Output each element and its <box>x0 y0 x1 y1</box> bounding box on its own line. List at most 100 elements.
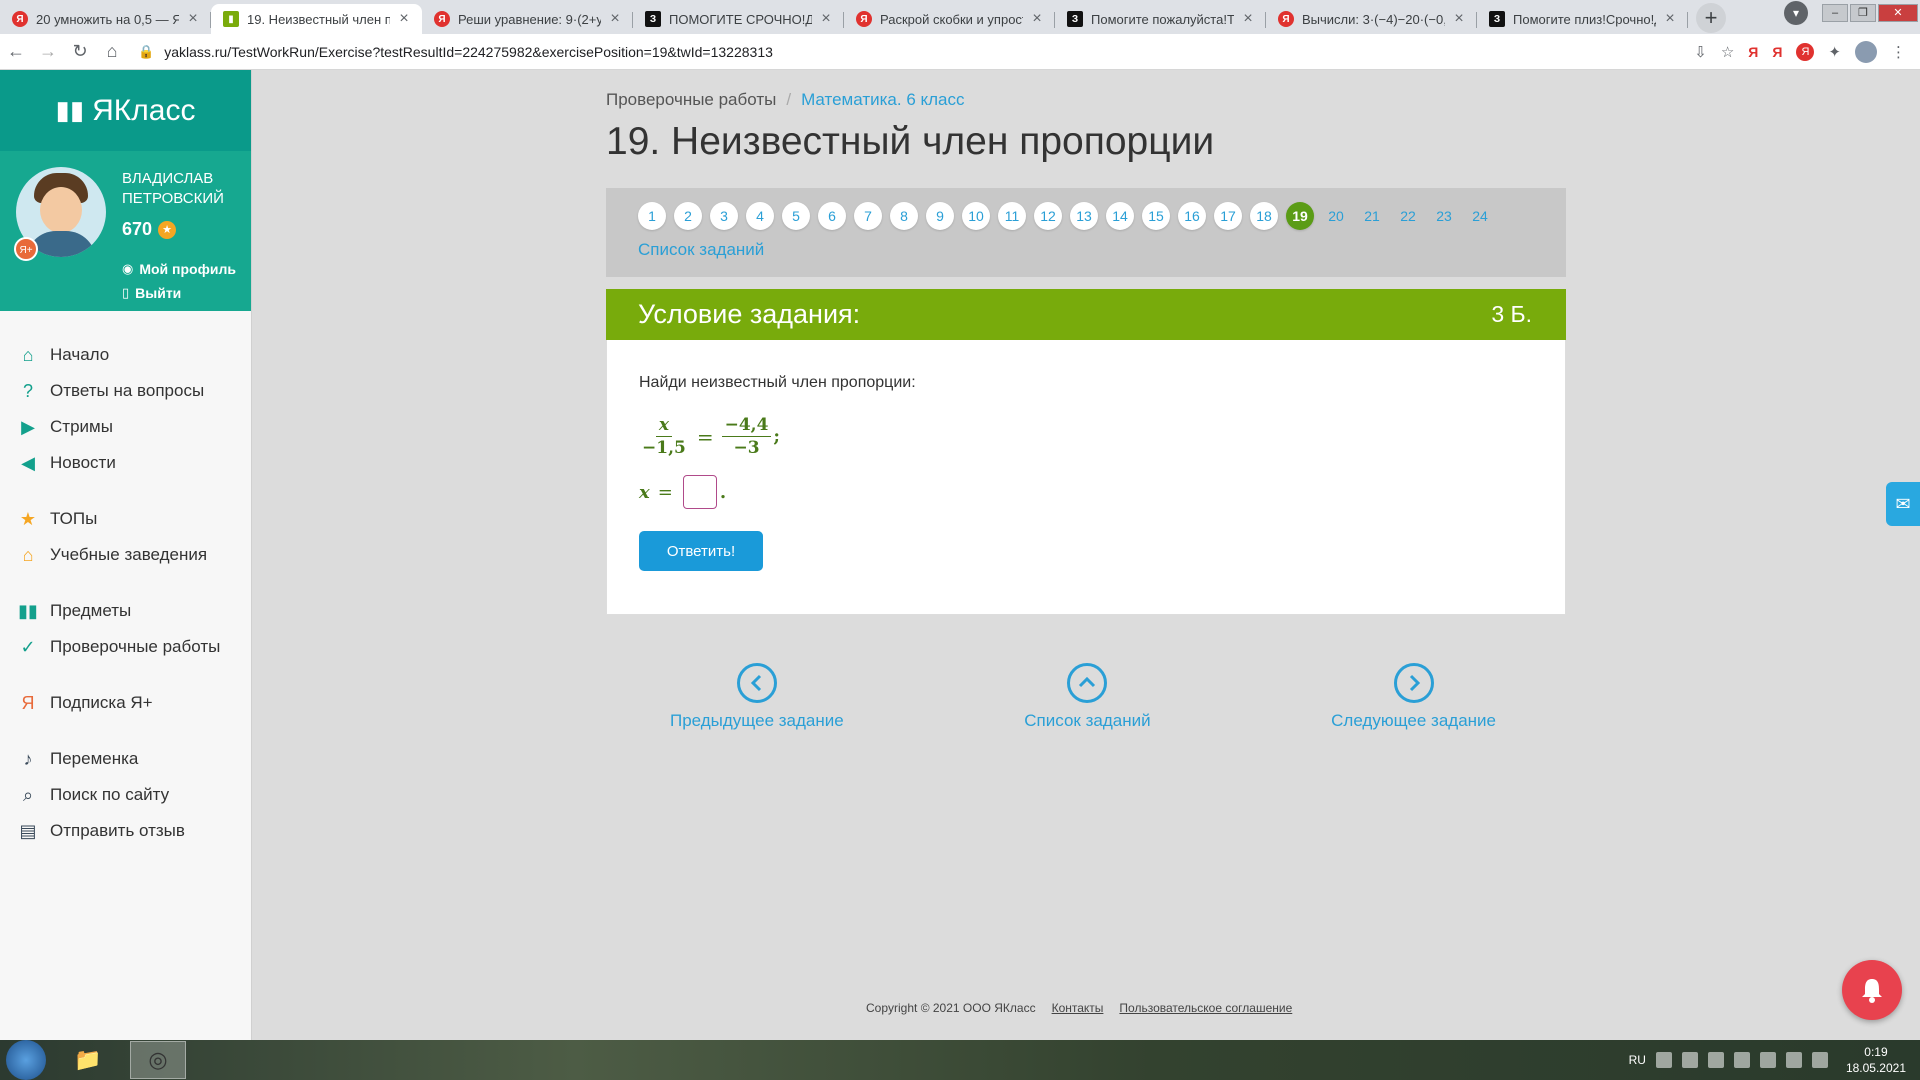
yandex-extension-icon[interactable]: Я <box>1748 44 1758 60</box>
browser-tab[interactable]: З ПОМОГИТЕ СРОЧНО!Дам × <box>633 4 844 34</box>
previous-task-label[interactable]: Предыдущее задание <box>670 711 844 731</box>
sidebar-item[interactable]: Я Подписка Я+ <box>0 685 251 721</box>
sidebar-item[interactable]: ✓ Проверочные работы <box>0 629 251 665</box>
exercise-number[interactable]: 7 <box>854 202 882 230</box>
task-list-pager-link[interactable]: Список заданий <box>1024 663 1151 731</box>
contacts-link[interactable]: Контакты <box>1052 1001 1104 1015</box>
sidebar-item[interactable]: ▮▮ Предметы <box>0 593 251 629</box>
yandex-extension-icon[interactable]: Я <box>1772 44 1782 60</box>
sidebar-item[interactable]: ⌕ Поиск по сайту <box>0 777 251 813</box>
exercise-number[interactable]: 11 <box>998 202 1026 230</box>
tab-title[interactable]: Вычисли: 3·(−4)−20·(−0,5) <box>1302 12 1445 27</box>
exercise-number[interactable]: 9 <box>926 202 954 230</box>
tray-icon[interactable] <box>1733 1052 1750 1068</box>
tab-title[interactable]: Раскрой скобки и упрости <box>880 12 1023 27</box>
close-tab-icon[interactable]: × <box>1029 10 1045 28</box>
start-button[interactable] <box>6 1040 46 1080</box>
browser-tab[interactable]: З Помогите пожалуйста!Тог × <box>1055 4 1266 34</box>
agreement-link[interactable]: Пользовательское соглашение <box>1119 1001 1292 1015</box>
sidebar-item-label[interactable]: Переменка <box>50 749 138 769</box>
tab-title[interactable]: Помогите пожалуйста!Тог <box>1091 12 1234 27</box>
yaklass-logo[interactable]: ▮▮ ЯКласс <box>0 70 251 151</box>
browser-tab[interactable]: Я Реши уравнение: 9·(2+y)− × <box>422 4 633 34</box>
sidebar-item[interactable]: ⌂ Начало <box>0 337 251 373</box>
sidebar-item[interactable]: ◀ Новости <box>0 445 251 481</box>
tray-icon[interactable] <box>1707 1052 1724 1068</box>
next-task-link[interactable]: Следующее задание <box>1331 663 1496 731</box>
exercise-number[interactable]: 10 <box>962 202 990 230</box>
tab-title[interactable]: Реши уравнение: 9·(2+y)− <box>458 12 601 27</box>
clock[interactable]: 0:19 18.05.2021 <box>1846 1044 1906 1076</box>
my-profile-label[interactable]: Мой профиль <box>139 261 236 277</box>
browser-tab[interactable]: Я 20 умножить на 0,5 — Янд × <box>0 4 211 34</box>
volume-icon[interactable] <box>1811 1052 1828 1068</box>
close-tab-icon[interactable]: × <box>818 10 834 28</box>
exercise-number[interactable]: 17 <box>1214 202 1242 230</box>
sidebar-item[interactable]: ? Ответы на вопросы <box>0 373 251 409</box>
sidebar-item[interactable]: ▶ Стримы <box>0 409 251 445</box>
extensions-puzzle-icon[interactable]: ✦ <box>1828 43 1841 61</box>
exercise-number[interactable]: 22 <box>1394 202 1422 230</box>
exercise-number[interactable]: 24 <box>1466 202 1494 230</box>
sidebar-item-label[interactable]: Поиск по сайту <box>50 785 169 805</box>
logout-link[interactable]: ▯ Выйти <box>122 285 181 301</box>
exercise-number[interactable]: 18 <box>1250 202 1278 230</box>
exercise-number[interactable]: 15 <box>1142 202 1170 230</box>
browser-tab[interactable]: З Помогите плиз!Срочно!Да × <box>1477 4 1688 34</box>
chevron-left-icon[interactable] <box>736 663 777 703</box>
sidebar-item-label[interactable]: Подписка Я+ <box>50 693 153 713</box>
sidebar-item-label[interactable]: Проверочные работы <box>50 637 220 657</box>
exercise-number[interactable]: 6 <box>818 202 846 230</box>
network-icon[interactable] <box>1785 1052 1802 1068</box>
sidebar-item-label[interactable]: Начало <box>50 345 109 365</box>
tray-icon[interactable] <box>1759 1052 1776 1068</box>
task-list-link[interactable]: Список заданий <box>638 240 1566 260</box>
forward-icon[interactable]: → <box>32 41 64 62</box>
exercise-number[interactable]: 21 <box>1358 202 1386 230</box>
close-tab-icon[interactable]: × <box>1451 10 1467 28</box>
tab-search-icon[interactable]: ▾ <box>1784 1 1808 25</box>
close-window-button[interactable]: ✕ <box>1878 4 1918 22</box>
tray-icon[interactable] <box>1655 1052 1672 1068</box>
address-bar[interactable]: 🔒 yaklass.ru/TestWorkRun/Exercise?testRe… <box>134 38 1694 66</box>
answer-input[interactable] <box>682 475 717 509</box>
sidebar-item-label[interactable]: Учебные заведения <box>50 545 207 565</box>
close-tab-icon[interactable]: × <box>607 10 623 28</box>
sidebar-item-label[interactable]: Стримы <box>50 417 113 437</box>
submit-answer-button[interactable]: Ответить! <box>639 531 763 571</box>
new-tab-button[interactable]: + <box>1696 3 1726 33</box>
exercise-number[interactable]: 14 <box>1106 202 1134 230</box>
exercise-number[interactable]: 3 <box>710 202 738 230</box>
tab-title[interactable]: ПОМОГИТЕ СРОЧНО!Дам <box>669 12 812 27</box>
close-tab-icon[interactable]: × <box>1662 10 1678 28</box>
sidebar-item[interactable]: ⌂ Учебные заведения <box>0 537 251 573</box>
browser-tab[interactable]: Я Раскрой скобки и упрости × <box>844 4 1055 34</box>
logout-label[interactable]: Выйти <box>135 285 181 301</box>
close-tab-icon[interactable]: × <box>185 10 201 28</box>
exercise-number[interactable]: 23 <box>1430 202 1458 230</box>
task-list-pager-label[interactable]: Список заданий <box>1024 711 1150 731</box>
my-profile-link[interactable]: ◉ Мой профиль <box>122 261 236 277</box>
exercise-number[interactable]: 4 <box>746 202 774 230</box>
exercise-number[interactable]: 1 <box>638 202 666 230</box>
back-icon[interactable]: ← <box>0 41 32 62</box>
tab-title[interactable]: 19. Неизвестный член про <box>247 12 390 27</box>
tab-title[interactable]: Помогите плиз!Срочно!Да <box>1513 12 1656 27</box>
close-tab-icon[interactable]: × <box>1240 10 1256 28</box>
exercise-number[interactable]: 16 <box>1178 202 1206 230</box>
next-task-label[interactable]: Следующее задание <box>1331 711 1496 731</box>
close-tab-icon[interactable]: × <box>396 10 412 28</box>
mail-icon[interactable]: ✉ <box>1886 482 1920 526</box>
language-indicator[interactable]: RU <box>1629 1053 1646 1067</box>
url-text[interactable]: yaklass.ru/TestWorkRun/Exercise?testResu… <box>164 44 773 60</box>
tab-title[interactable]: 20 умножить на 0,5 — Янд <box>36 12 179 27</box>
breadcrumb-link[interactable]: Математика. 6 класс <box>801 90 964 109</box>
exercise-number[interactable]: 12 <box>1034 202 1062 230</box>
reload-icon[interactable]: ↻ <box>64 41 96 62</box>
exercise-number[interactable]: 13 <box>1070 202 1098 230</box>
exercise-number[interactable]: 20 <box>1322 202 1350 230</box>
exercise-number-current[interactable]: 19 <box>1286 202 1314 230</box>
minimize-button[interactable]: – <box>1822 4 1848 22</box>
install-icon[interactable]: ⇩ <box>1694 43 1707 61</box>
sidebar-item-label[interactable]: ТОПы <box>50 509 97 529</box>
